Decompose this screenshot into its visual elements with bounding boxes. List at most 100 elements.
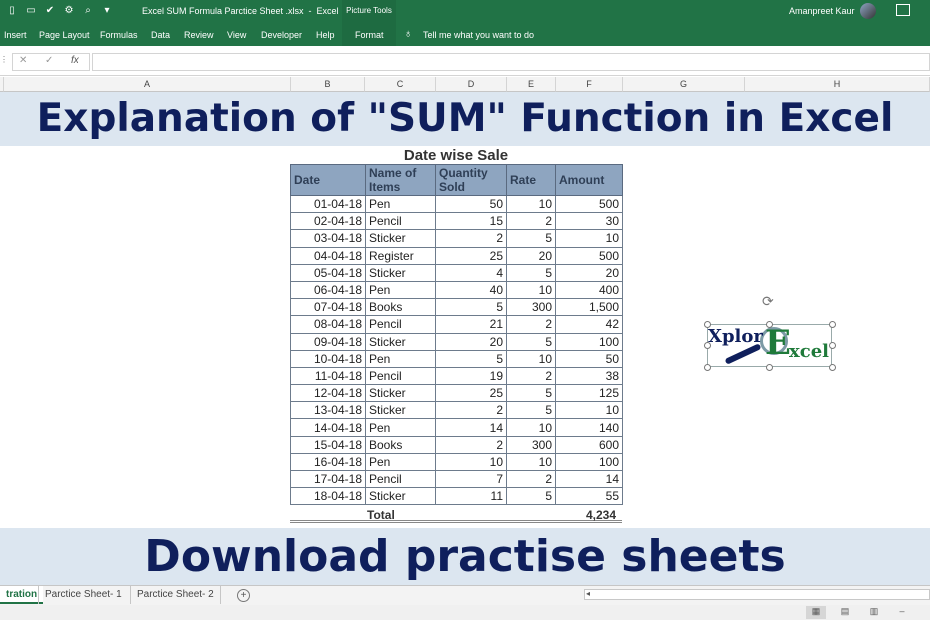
sheet-tab-practice-1[interactable]: Parctice Sheet- 1	[38, 586, 128, 604]
cell-amount[interactable]: 500	[555, 194, 623, 214]
tab-data[interactable]: Data	[151, 30, 170, 40]
cell-qty[interactable]: 2	[435, 229, 507, 248]
cell-date[interactable]: 09-04-18	[290, 332, 366, 351]
tab-insert[interactable]: Insert	[4, 30, 27, 40]
cell-item[interactable]: Sticker	[365, 487, 436, 506]
cell-date[interactable]: 11-04-18	[290, 366, 366, 386]
cell-rate[interactable]: 2	[506, 212, 556, 231]
cell-amount[interactable]: 100	[555, 452, 623, 472]
cell-rate[interactable]: 10	[506, 418, 556, 437]
cell-date[interactable]: 03-04-18	[290, 229, 366, 248]
column-header-e[interactable]: E	[507, 77, 556, 92]
cell-rate[interactable]: 5	[506, 229, 556, 248]
cell-rate[interactable]: 10	[506, 280, 556, 300]
cancel-icon[interactable]: ✕	[19, 55, 27, 66]
sheet-tab-practice-2[interactable]: Parctice Sheet- 2	[130, 586, 221, 604]
tab-format[interactable]: Format	[355, 30, 384, 40]
cell-qty[interactable]: 4	[435, 263, 507, 282]
cell-amount[interactable]: 42	[555, 315, 623, 334]
cell-date[interactable]: 14-04-18	[290, 418, 366, 437]
cell-item[interactable]: Pen	[365, 194, 436, 214]
cell-amount[interactable]: 600	[555, 435, 623, 454]
enter-icon[interactable]: ✓	[45, 55, 53, 66]
resize-handle-bl[interactable]	[704, 364, 711, 371]
cell-qty[interactable]: 2	[435, 435, 507, 454]
cell-rate[interactable]: 5	[506, 384, 556, 403]
tell-me-search[interactable]: Tell me what you want to do	[423, 30, 534, 40]
cell-amount[interactable]: 10	[555, 229, 623, 248]
cell-qty[interactable]: 5	[435, 298, 507, 317]
column-header-g[interactable]: G	[623, 77, 745, 92]
tab-view[interactable]: View	[227, 30, 246, 40]
sheet-tab-active[interactable]: tration	[0, 586, 44, 604]
cell-date[interactable]: 01-04-18	[290, 194, 366, 214]
cell-item[interactable]: Pen	[365, 418, 436, 437]
cell-amount[interactable]: 50	[555, 349, 623, 368]
cell-rate[interactable]: 10	[506, 349, 556, 368]
ribbon-display-options-icon[interactable]	[896, 4, 910, 16]
cell-item[interactable]: Pencil	[365, 366, 436, 386]
cell-date[interactable]: 16-04-18	[290, 452, 366, 472]
cell-rate[interactable]: 5	[506, 487, 556, 506]
resize-handle-b[interactable]	[766, 364, 773, 371]
cell-amount[interactable]: 14	[555, 469, 623, 489]
spelling-check-icon[interactable]: ✔	[42, 3, 58, 19]
share-icon[interactable]: ⚙	[61, 3, 77, 19]
cell-item[interactable]: Register	[365, 246, 436, 265]
cell-item[interactable]: Books	[365, 298, 436, 317]
cell-qty[interactable]: 5	[435, 349, 507, 368]
cell-item[interactable]: Sticker	[365, 229, 436, 248]
cell-date[interactable]: 08-04-18	[290, 315, 366, 334]
cell-rate[interactable]: 10	[506, 452, 556, 472]
cell-item[interactable]: Pen	[365, 349, 436, 368]
cell-date[interactable]: 10-04-18	[290, 349, 366, 368]
cell-amount[interactable]: 125	[555, 384, 623, 403]
resize-handle-br[interactable]	[829, 364, 836, 371]
cell-item[interactable]: Sticker	[365, 263, 436, 282]
cell-date[interactable]: 07-04-18	[290, 298, 366, 317]
cell-amount[interactable]: 400	[555, 280, 623, 300]
cell-amount[interactable]: 140	[555, 418, 623, 437]
column-header-d[interactable]: D	[436, 77, 507, 92]
add-sheet-icon[interactable]: +	[237, 589, 250, 602]
cell-qty[interactable]: 25	[435, 246, 507, 265]
cell-qty[interactable]: 25	[435, 384, 507, 403]
cell-rate[interactable]: 5	[506, 332, 556, 351]
cell-date[interactable]: 15-04-18	[290, 435, 366, 454]
rotate-handle-icon[interactable]: ⟳	[762, 293, 774, 310]
cell-rate[interactable]: 2	[506, 315, 556, 334]
cell-item[interactable]: Books	[365, 435, 436, 454]
cell-item[interactable]: Pencil	[365, 469, 436, 489]
cell-date[interactable]: 13-04-18	[290, 401, 366, 420]
normal-view-icon[interactable]: ▦	[806, 606, 826, 619]
tab-help[interactable]: Help	[316, 30, 335, 40]
horizontal-scrollbar[interactable]	[584, 589, 930, 600]
cell-qty[interactable]: 20	[435, 332, 507, 351]
name-box-edge[interactable]: ⋮	[0, 55, 8, 69]
cell-qty[interactable]: 14	[435, 418, 507, 437]
user-name[interactable]: Amanpreet Kaur	[789, 6, 855, 16]
cell-amount[interactable]: 38	[555, 366, 623, 386]
cell-item[interactable]: Pen	[365, 280, 436, 300]
cell-item[interactable]: Pencil	[365, 212, 436, 231]
cell-qty[interactable]: 19	[435, 366, 507, 386]
scroll-left-icon[interactable]: ◂	[586, 589, 590, 598]
column-header-f[interactable]: F	[556, 77, 623, 92]
resize-handle-t[interactable]	[766, 321, 773, 328]
cell-amount[interactable]: 10	[555, 401, 623, 420]
cell-item[interactable]: Pen	[365, 452, 436, 472]
page-layout-view-icon[interactable]: ▤	[835, 606, 855, 619]
insert-function-icon[interactable]: fx	[71, 55, 79, 66]
cell-amount[interactable]: 30	[555, 212, 623, 231]
column-header-c[interactable]: C	[365, 77, 436, 92]
cell-qty[interactable]: 2	[435, 401, 507, 420]
cell-qty[interactable]: 7	[435, 469, 507, 489]
cell-date[interactable]: 17-04-18	[290, 469, 366, 489]
cell-rate[interactable]: 10	[506, 194, 556, 214]
cell-qty[interactable]: 15	[435, 212, 507, 231]
cell-qty[interactable]: 11	[435, 487, 507, 506]
page-break-view-icon[interactable]: ▥	[864, 606, 884, 619]
cell-amount[interactable]: 100	[555, 332, 623, 351]
cell-amount[interactable]: 20	[555, 263, 623, 282]
cell-rate[interactable]: 2	[506, 469, 556, 489]
